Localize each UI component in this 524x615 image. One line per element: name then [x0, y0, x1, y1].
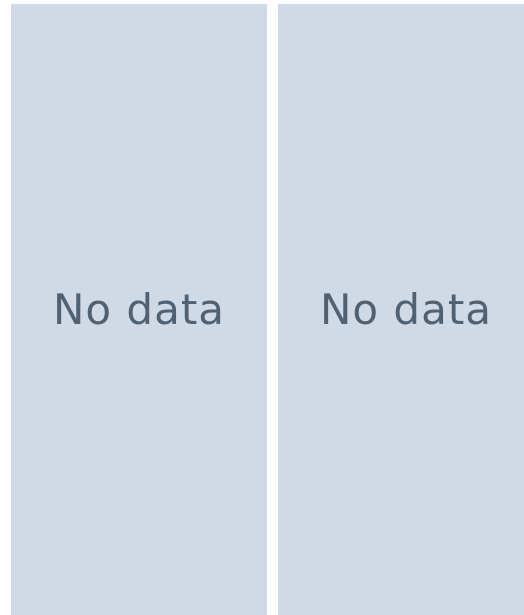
no-data-message: No data — [319, 285, 493, 334]
dashboard-panels: No data No data — [0, 0, 524, 615]
chart-panel-left: No data — [11, 4, 267, 615]
no-data-message: No data — [52, 285, 226, 334]
chart-panel-right: No data — [278, 4, 524, 615]
